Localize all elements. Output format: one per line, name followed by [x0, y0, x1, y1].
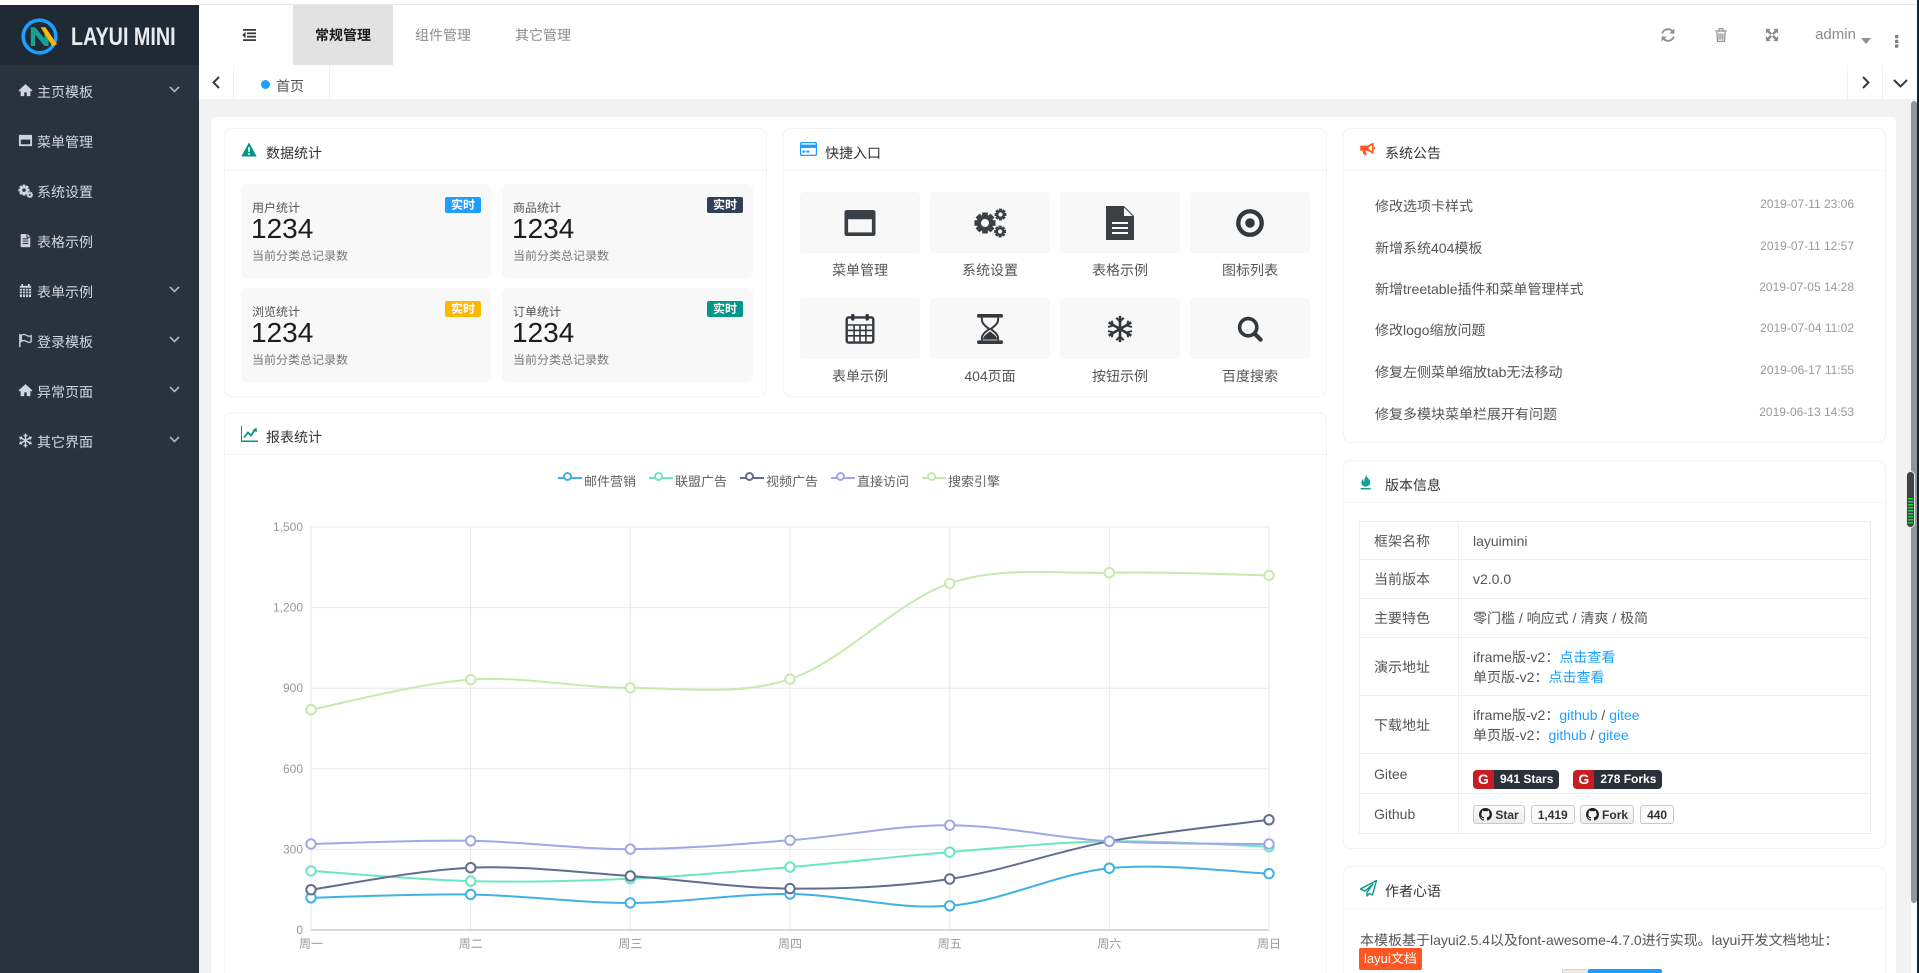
svg-text:1,500: 1,500: [273, 520, 303, 534]
svg-text:900: 900: [283, 681, 303, 695]
svg-text:周二: 周二: [459, 937, 483, 951]
svg-text:1,200: 1,200: [273, 601, 303, 615]
svg-text:600: 600: [283, 762, 303, 776]
svg-text:周日: 周日: [1257, 937, 1281, 951]
svg-text:300: 300: [283, 842, 303, 856]
svg-text:0: 0: [296, 923, 303, 937]
svg-text:周一: 周一: [299, 937, 323, 951]
svg-text:周三: 周三: [618, 937, 642, 951]
svg-text:周四: 周四: [778, 937, 802, 951]
svg-text:周六: 周六: [1097, 937, 1121, 951]
svg-text:周五: 周五: [938, 937, 962, 951]
